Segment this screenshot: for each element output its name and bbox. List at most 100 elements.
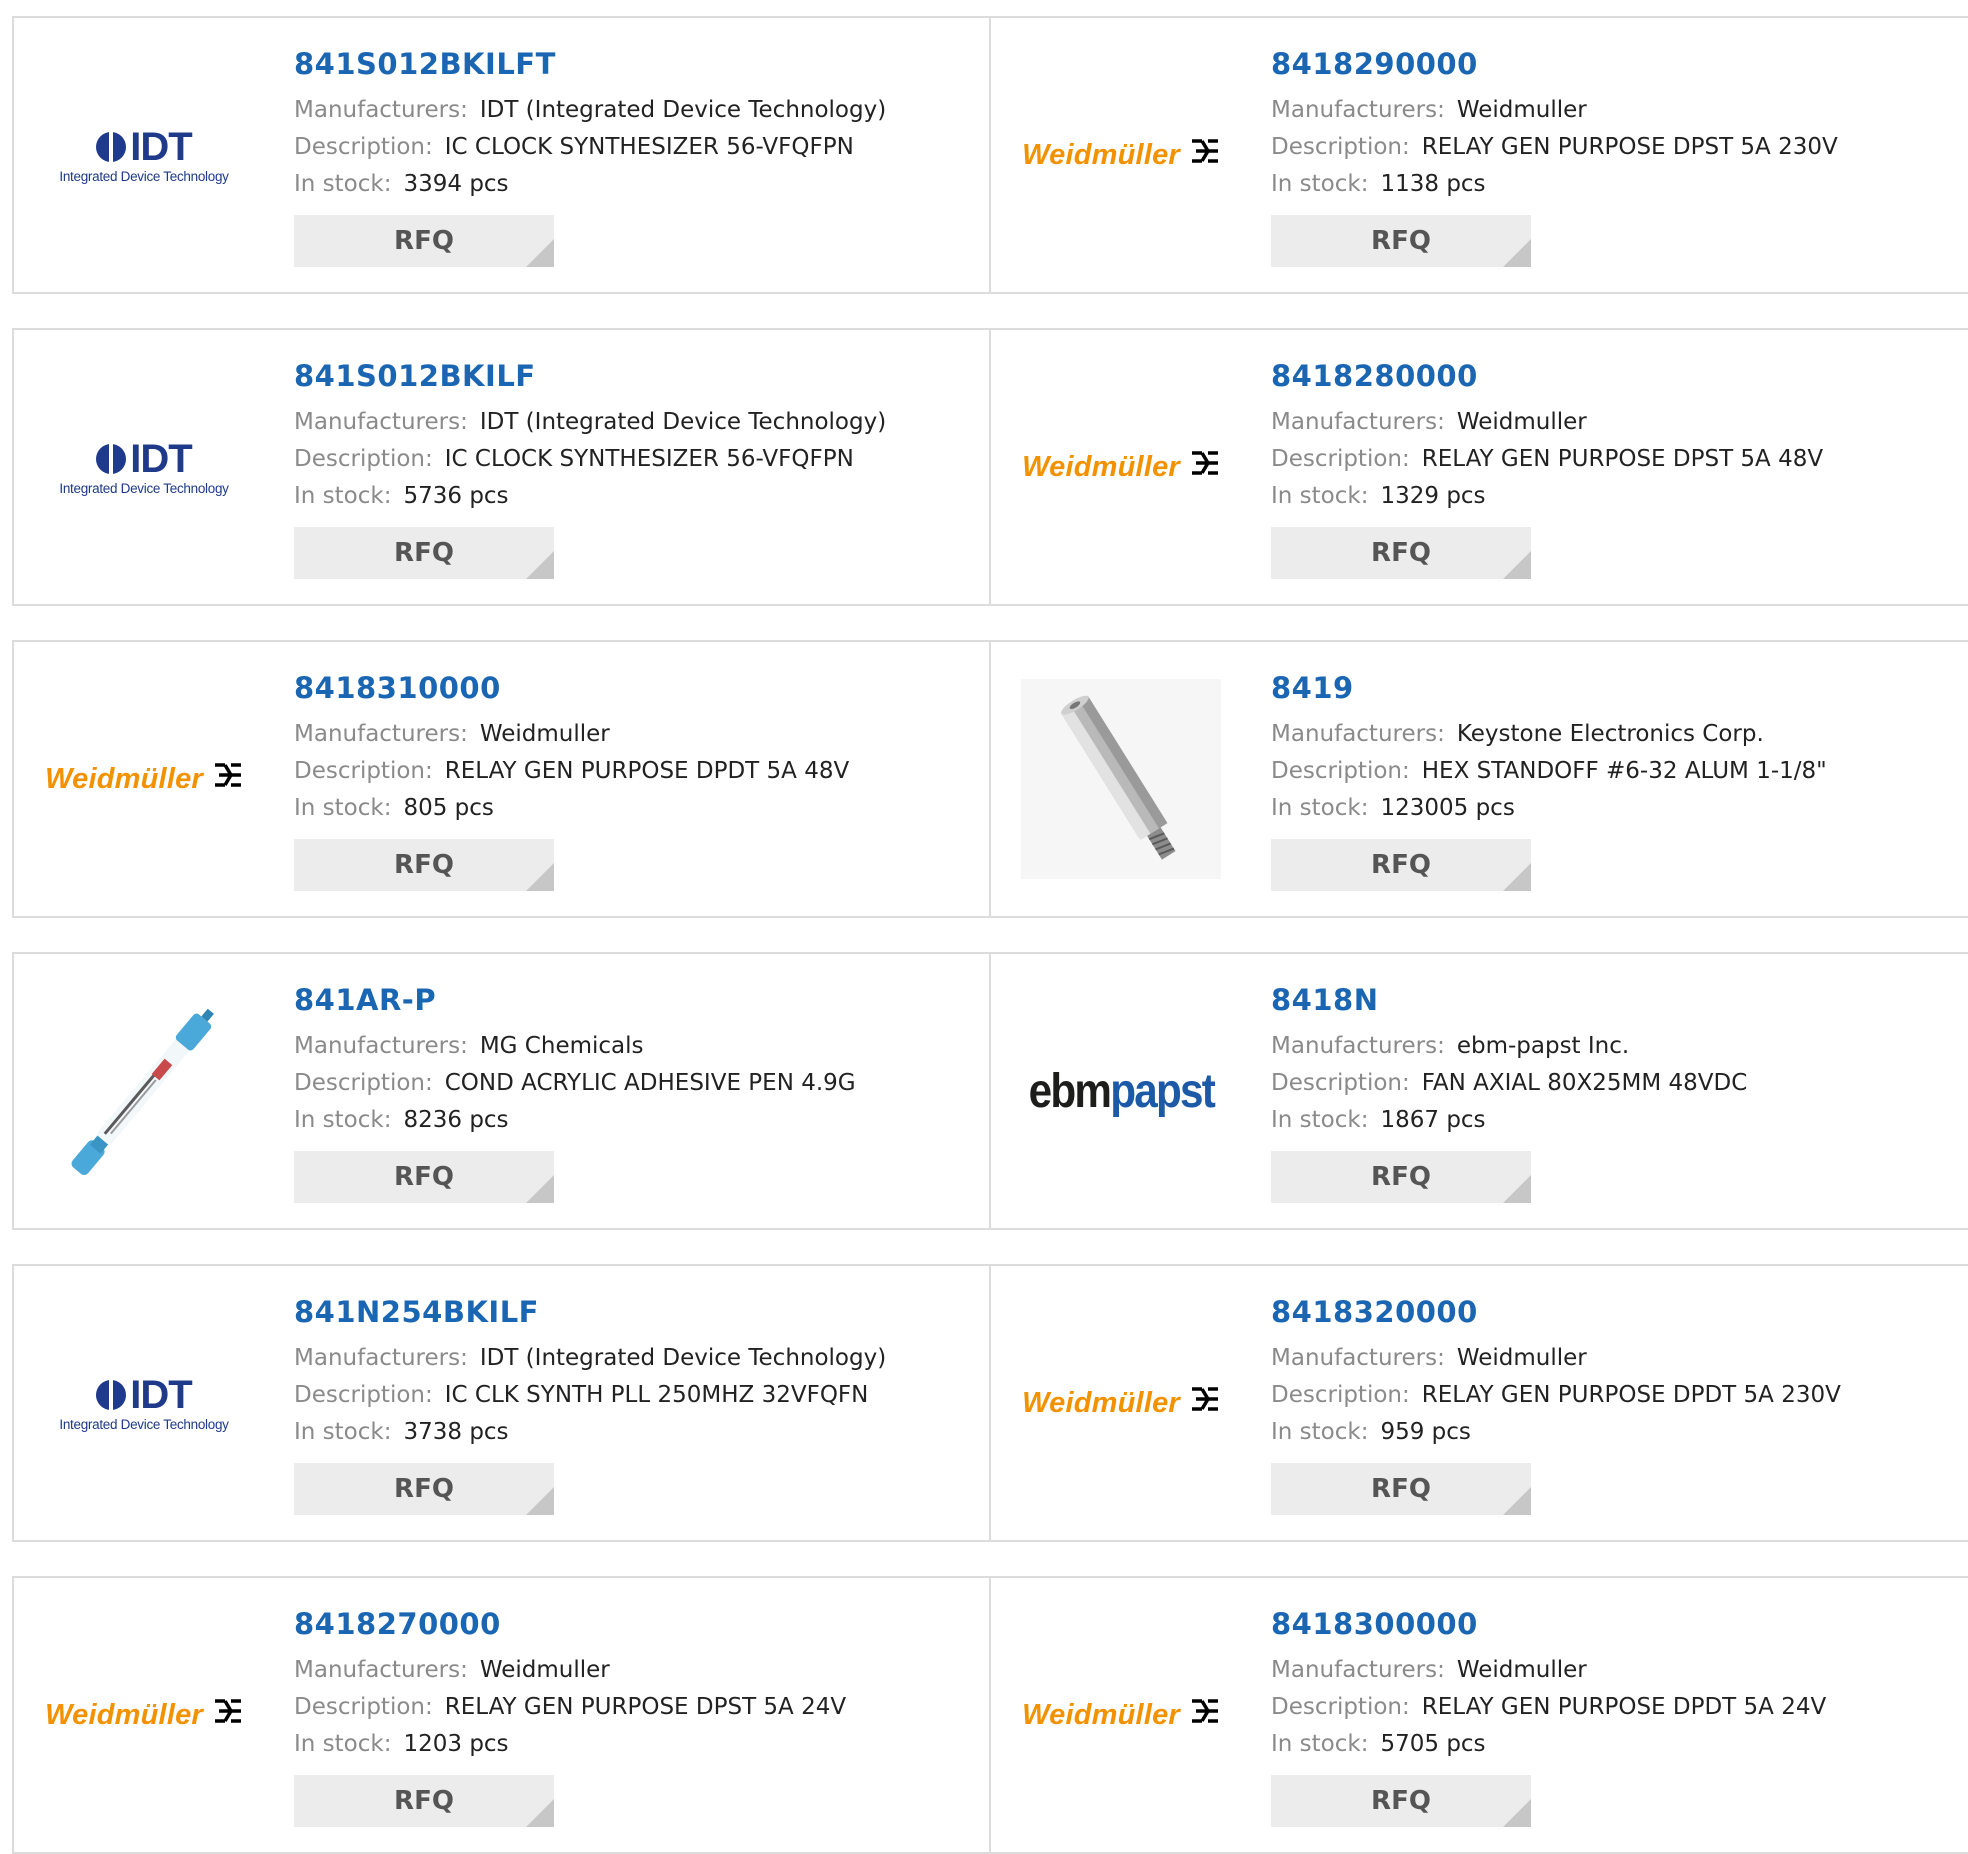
stock-label: In stock: (294, 1107, 392, 1133)
weidmuller-logo[interactable]: Weidmüller (34, 1610, 254, 1820)
product-info: 8418280000 Manufacturers: Weidmuller Desc… (1271, 358, 1958, 579)
product-info: 8419 Manufacturers: Keystone Electronics … (1271, 670, 1958, 891)
manufacturer-line: Manufacturers: IDT (Integrated Device Tec… (294, 92, 979, 129)
manufacturer-value: IDT (Integrated Device Technology) (479, 97, 887, 123)
product-row: Weidmüller 8418310000 Manufacturers: Weid… (12, 640, 1968, 918)
rfq-button[interactable]: RFQ (294, 1775, 554, 1827)
description-value: RELAY GEN PURPOSE DPST 5A 48V (1421, 446, 1824, 472)
manufacturer-value: Weidmuller (479, 1657, 610, 1683)
weidmuller-logo[interactable]: Weidmüller (1011, 362, 1231, 572)
stock-label: In stock: (1271, 483, 1369, 509)
hex-standoff-image[interactable] (1011, 674, 1231, 884)
corner-triangle-icon (526, 551, 554, 579)
product-info: 8418N Manufacturers: ebm-papst Inc. Descr… (1271, 982, 1958, 1203)
description-line: Description: RELAY GEN PURPOSE DPST 5A 23… (1271, 129, 1958, 166)
idt-logo[interactable]: IDT Integrated Device Technology (34, 362, 254, 572)
manufacturer-label: Manufacturers: (294, 1345, 468, 1371)
part-number-link[interactable]: 8418320000 (1271, 1294, 1478, 1330)
description-line: Description: FAN AXIAL 80X25MM 48VDC (1271, 1065, 1958, 1102)
part-number-link[interactable]: 841AR-P (294, 982, 436, 1018)
description-label: Description: (1271, 134, 1410, 160)
product-info: 8418290000 Manufacturers: Weidmuller Desc… (1271, 46, 1958, 267)
weidmuller-logo[interactable]: Weidmüller (1011, 1610, 1231, 1820)
corner-triangle-icon (526, 1487, 554, 1515)
stock-label: In stock: (1271, 1731, 1369, 1757)
stock-label: In stock: (294, 483, 392, 509)
weidmuller-wordmark: Weidmüller (45, 1698, 203, 1731)
product-row: IDT Integrated Device Technology 841S012… (12, 328, 1968, 606)
part-number-link[interactable]: 8418270000 (294, 1606, 501, 1642)
part-number-link[interactable]: 8418310000 (294, 670, 501, 706)
part-number-link[interactable]: 8418290000 (1271, 46, 1478, 82)
weidmuller-logo[interactable]: Weidmüller (1011, 1298, 1231, 1508)
corner-triangle-icon (1503, 551, 1531, 579)
manufacturer-value: ebm-papst Inc. (1456, 1033, 1630, 1059)
rfq-label: RFQ (394, 1474, 454, 1504)
corner-triangle-icon (1503, 1175, 1531, 1203)
rfq-label: RFQ (1371, 1474, 1431, 1504)
description-value: RELAY GEN PURPOSE DPDT 5A 24V (1421, 1694, 1827, 1720)
description-label: Description: (294, 758, 433, 784)
stock-line: In stock: 805 pcs (294, 790, 979, 827)
part-number-link[interactable]: 8418280000 (1271, 358, 1478, 394)
stock-value: 1203 pcs (403, 1731, 509, 1757)
stock-value: 5736 pcs (403, 483, 509, 509)
stock-label: In stock: (294, 795, 392, 821)
adhesive-pen-image[interactable] (34, 986, 254, 1196)
stock-line: In stock: 3394 pcs (294, 166, 979, 203)
adhesive-pen-icon (71, 1008, 214, 1176)
description-label: Description: (1271, 1694, 1410, 1720)
stock-value: 123005 pcs (1380, 795, 1515, 821)
product-info: 841S012BKILFT Manufacturers: IDT (Integra… (294, 46, 979, 267)
idt-logo[interactable]: IDT Integrated Device Technology (34, 50, 254, 260)
stock-value: 3394 pcs (403, 171, 509, 197)
rfq-button[interactable]: RFQ (294, 527, 554, 579)
description-label: Description: (294, 1070, 433, 1096)
rfq-button[interactable]: RFQ (1271, 527, 1531, 579)
manufacturer-value: Keystone Electronics Corp. (1456, 721, 1764, 747)
description-value: FAN AXIAL 80X25MM 48VDC (1421, 1070, 1748, 1096)
rfq-button[interactable]: RFQ (1271, 1151, 1531, 1203)
rfq-button[interactable]: RFQ (294, 1463, 554, 1515)
product-info: 8418270000 Manufacturers: Weidmuller Desc… (294, 1606, 979, 1827)
manufacturer-value: Weidmuller (1456, 409, 1587, 435)
product-info: 8418300000 Manufacturers: Weidmuller Desc… (1271, 1606, 1958, 1827)
stock-line: In stock: 1867 pcs (1271, 1102, 1958, 1139)
rfq-button[interactable]: RFQ (1271, 1463, 1531, 1515)
product-card: ebmpapst 8418N Manufacturers: ebm-papst I… (991, 954, 1968, 1228)
product-card: 841AR-P Manufacturers: MG Chemicals Descr… (14, 954, 991, 1228)
manufacturer-label: Manufacturers: (1271, 97, 1445, 123)
rfq-button[interactable]: RFQ (294, 1151, 554, 1203)
corner-triangle-icon (1503, 1799, 1531, 1827)
part-number-link[interactable]: 841N254BKILF (294, 1294, 539, 1330)
weidmuller-logo[interactable]: Weidmüller (34, 674, 254, 884)
rfq-button[interactable]: RFQ (294, 215, 554, 267)
corner-triangle-icon (1503, 1487, 1531, 1515)
manufacturer-line: Manufacturers: IDT (Integrated Device Tec… (294, 404, 979, 441)
product-grid: IDT Integrated Device Technology 841S012… (12, 16, 1968, 1854)
weidmuller-wordmark: Weidmüller (1022, 1386, 1180, 1419)
rfq-button[interactable]: RFQ (1271, 1775, 1531, 1827)
weidmuller-logo[interactable]: Weidmüller (1011, 50, 1231, 260)
rfq-button[interactable]: RFQ (294, 839, 554, 891)
product-card: Weidmüller 8418310000 Manufacturers: Weid… (14, 642, 991, 916)
part-number-link[interactable]: 8418300000 (1271, 1606, 1478, 1642)
manufacturer-label: Manufacturers: (1271, 1657, 1445, 1683)
description-line: Description: HEX STANDOFF #6-32 ALUM 1-1/… (1271, 753, 1958, 790)
description-line: Description: IC CLK SYNTH PLL 250MHZ 32VF… (294, 1377, 979, 1414)
idt-logo[interactable]: IDT Integrated Device Technology (34, 1298, 254, 1508)
manufacturer-value: Weidmuller (1456, 97, 1587, 123)
part-number-link[interactable]: 841S012BKILF (294, 358, 536, 394)
ebmpapst-logo[interactable]: ebmpapst (1011, 986, 1231, 1196)
idt-mark-icon (96, 443, 127, 474)
rfq-button[interactable]: RFQ (1271, 839, 1531, 891)
manufacturer-line: Manufacturers: Weidmuller (1271, 404, 1958, 441)
idt-subtitle: Integrated Device Technology (59, 480, 229, 496)
hex-standoff-icon (1021, 679, 1221, 879)
stock-line: In stock: 1329 pcs (1271, 478, 1958, 515)
part-number-link[interactable]: 8418N (1271, 982, 1378, 1018)
rfq-button[interactable]: RFQ (1271, 215, 1531, 267)
part-number-link[interactable]: 8419 (1271, 670, 1354, 706)
product-info: 841N254BKILF Manufacturers: IDT (Integrat… (294, 1294, 979, 1515)
part-number-link[interactable]: 841S012BKILFT (294, 46, 556, 82)
